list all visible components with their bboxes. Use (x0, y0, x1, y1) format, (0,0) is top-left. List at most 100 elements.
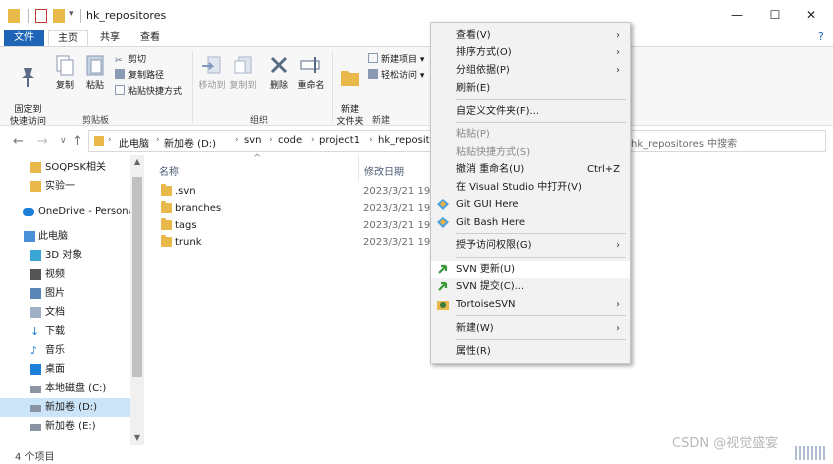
file-row[interactable]: .svn 2023/3/21 19: (155, 183, 455, 200)
nav-item[interactable]: ♪ 音乐 (0, 341, 130, 360)
file-name: .svn (175, 186, 196, 197)
menu-item-undo-rename[interactable]: 撤消 重命名(U) Ctrl+Z (431, 161, 630, 178)
new-folder-button[interactable]: 新建 文件夹 (334, 53, 366, 128)
qat-dropdown-icon[interactable]: ▾ (69, 9, 74, 23)
nav-item-onedrive[interactable]: OneDrive - Personal (0, 202, 138, 221)
back-button[interactable]: ← (13, 134, 24, 149)
new-group-label: 新建 (372, 116, 391, 126)
view-toggle-icon[interactable] (795, 446, 827, 460)
copy-path-button[interactable]: 复制路径 (115, 69, 164, 83)
menu-item-sort-by[interactable]: 排序方式(O) › (431, 44, 630, 61)
nav-item-this-pc[interactable]: 此电脑 (0, 227, 130, 246)
nav-item[interactable]: 本地磁盘 (C:) (0, 379, 130, 398)
menu-item-view[interactable]: 查看(V) › (431, 27, 630, 44)
nav-item-label: 本地磁盘 (C:) (45, 383, 107, 394)
menu-item-new[interactable]: 新建(W) › (431, 320, 630, 337)
document-icon (30, 307, 41, 318)
pin-label: 固定到 快速访问 (9, 105, 46, 127)
new-item-button[interactable]: 新建项目 ▾ (368, 53, 424, 67)
close-button[interactable]: ✕ (796, 4, 826, 26)
ribbon-tabs: 文件 主页 共享 查看 (0, 30, 833, 46)
menu-item-label: 新建(W) (456, 323, 494, 334)
delete-button[interactable]: 删除 (266, 53, 292, 92)
file-row[interactable]: tags 2023/3/21 19: (155, 217, 455, 234)
menu-item-tortoisesvn[interactable]: TortoiseSVN › (431, 296, 630, 313)
nav-item[interactable]: ↓ 下载 (0, 322, 130, 341)
paste-button[interactable]: 粘贴 (82, 53, 108, 92)
nav-item[interactable]: 新加卷 (E:) (0, 417, 130, 436)
menu-item-open-visual-studio[interactable]: 在 Visual Studio 中打开(V) (431, 179, 630, 196)
tab-share[interactable]: 共享 (92, 30, 128, 46)
clipboard-group-label: 剪贴板 (82, 116, 110, 126)
scroll-up-icon[interactable]: ▲ (130, 157, 144, 166)
breadcrumb-item[interactable]: project1 (319, 135, 360, 146)
menu-item-refresh[interactable]: 刷新(E) (431, 80, 630, 97)
nav-item[interactable]: 文档 (0, 303, 130, 322)
breadcrumb-item[interactable]: 新加卷 (D:) (164, 135, 216, 150)
nav-item[interactable]: 实验一 (0, 177, 130, 196)
breadcrumb-item[interactable]: 此电脑 (119, 135, 149, 150)
column-divider[interactable] (358, 155, 359, 181)
move-to-icon (200, 53, 224, 77)
breadcrumb-item[interactable]: svn (244, 135, 261, 146)
tab-home[interactable]: 主页 (48, 30, 88, 46)
move-to-button[interactable]: 移动到 (196, 53, 228, 92)
menu-item-label: 排序方式(O) (456, 47, 512, 58)
menu-item-svn-update[interactable]: SVN 更新(U) (431, 261, 630, 278)
nav-item[interactable]: 3D 对象 (0, 246, 130, 265)
search-input[interactable]: hk_repositores 中搜索 (630, 130, 826, 152)
up-button[interactable]: ↑ (72, 134, 83, 149)
nav-item[interactable]: SOQPSK相关 (0, 158, 130, 177)
menu-item-paste[interactable]: 粘贴(P) (431, 126, 630, 143)
easy-access-button[interactable]: 轻松访问 ▾ (368, 69, 424, 83)
maximize-button[interactable]: ☐ (760, 4, 790, 26)
help-icon[interactable]: ? (818, 30, 824, 43)
file-row[interactable]: trunk 2023/3/21 19: (155, 234, 455, 251)
file-row[interactable]: branches 2023/3/21 19: (155, 200, 455, 217)
title-bar: ▾ hk_repositores — ☐ ✕ (0, 0, 833, 30)
nav-item-label: SOQPSK相关 (45, 162, 107, 173)
menu-item-svn-commit[interactable]: SVN 提交(C)... (431, 278, 630, 295)
ribbon-separator (332, 51, 333, 123)
nav-scrollbar[interactable]: ▲ ▼ (130, 155, 144, 445)
menu-item-give-access[interactable]: 授予访问权限(G) › (431, 237, 630, 254)
picture-icon (30, 288, 41, 299)
copy-to-button[interactable]: 复制到 (228, 53, 258, 92)
folder-icon (161, 218, 172, 230)
nav-item-selected[interactable]: 新加卷 (D:) (0, 398, 130, 417)
menu-item-git-bash[interactable]: Git Bash Here (431, 214, 630, 231)
new-folder-quick-icon[interactable] (53, 9, 65, 23)
menu-item-properties[interactable]: 属性(R) (431, 343, 630, 360)
organize-group-label: 组织 (250, 116, 269, 126)
nav-item[interactable]: 图片 (0, 284, 130, 303)
column-header-name[interactable]: 名称 (159, 163, 179, 178)
nav-item[interactable]: 桌面 (0, 360, 130, 379)
tab-file[interactable]: 文件 (4, 30, 44, 46)
scrollbar-thumb[interactable] (132, 177, 142, 377)
rename-button[interactable]: 重命名 (294, 53, 328, 92)
nav-item[interactable]: 视频 (0, 265, 130, 284)
menu-item-paste-shortcut[interactable]: 粘贴快捷方式(S) (431, 144, 630, 161)
scroll-down-icon[interactable]: ▼ (130, 433, 144, 442)
menu-item-git-gui[interactable]: Git GUI Here (431, 196, 630, 213)
paste-shortcut-button[interactable]: 粘贴快捷方式 (115, 85, 182, 99)
minimize-button[interactable]: — (722, 4, 752, 26)
nav-item-label: 图片 (45, 288, 65, 299)
folder-icon (161, 184, 172, 196)
menu-item-customize-folder[interactable]: 自定义文件夹(F)... (431, 103, 630, 120)
pin-quick-access-button[interactable]: 固定到 快速访问 (8, 53, 48, 128)
properties-icon[interactable] (35, 9, 47, 23)
tab-view[interactable]: 查看 (132, 30, 168, 46)
pin-icon (16, 65, 40, 89)
forward-button[interactable]: → (37, 134, 48, 149)
cut-button[interactable]: ✂ 剪切 (115, 53, 146, 67)
breadcrumb-item[interactable]: code (278, 135, 302, 146)
nav-item-label: 新加卷 (D:) (45, 402, 98, 413)
rename-label: 重命名 (297, 81, 325, 91)
paste-label: 粘贴 (85, 81, 104, 91)
recent-locations-button[interactable]: ∨ (60, 136, 67, 146)
column-header-date[interactable]: 修改日期 (364, 163, 404, 178)
menu-item-group-by[interactable]: 分组依据(P) › (431, 62, 630, 79)
copy-button[interactable]: 复制 (52, 53, 78, 92)
address-path[interactable]: › 此电脑 › 新加卷 (D:) › svn › code › project1… (88, 130, 451, 152)
